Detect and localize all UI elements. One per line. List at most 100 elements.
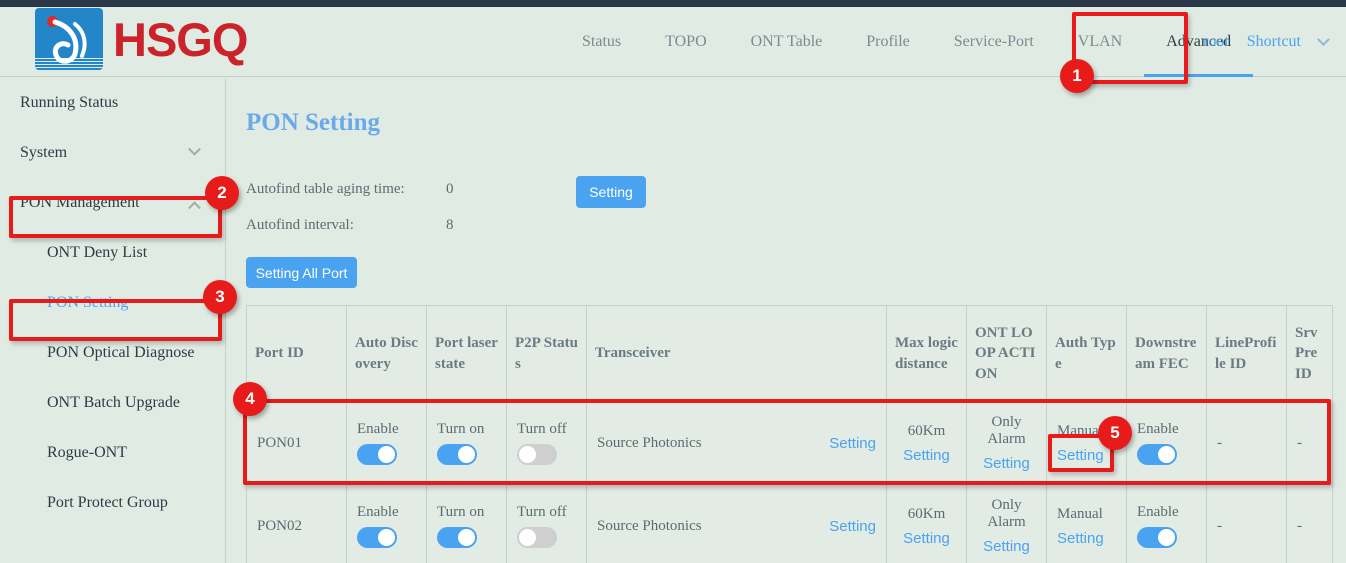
auto-discovery-label: Enable — [357, 421, 399, 438]
nav-item-status[interactable]: Status — [560, 7, 643, 77]
col-header-srv-pre-id: SrvPre ID — [1287, 306, 1333, 402]
col-header-port-laser-state: Port laser state — [427, 306, 507, 402]
auto-discovery-toggle[interactable] — [357, 444, 397, 465]
downstream-fec-toggle[interactable] — [1137, 444, 1177, 465]
user-zone: root Shortcut — [1203, 7, 1328, 77]
autofind-aging-time-value: 0 — [446, 181, 454, 198]
cell-auth-type: Manual Setting — [1047, 485, 1127, 563]
downstream-fec-label: Enable — [1137, 504, 1179, 521]
cell-max-logic-distance: 60Km Setting — [887, 402, 967, 485]
brand-name: HSGQ — [113, 16, 247, 63]
table-row[interactable]: PON01 Enable Turn on — [247, 402, 1333, 485]
col-header-auto-discovery: Auto Discovery — [347, 306, 427, 402]
downstream-fec-label: Enable — [1137, 421, 1179, 438]
logo-stripes — [35, 56, 103, 67]
top-strip — [0, 0, 1346, 7]
max-logic-distance-value: 60Km — [908, 423, 946, 440]
cell-auto-discovery: Enable — [347, 485, 427, 563]
ont-loop-action-setting-link[interactable]: Setting — [983, 455, 1030, 472]
transceiver-setting-link[interactable]: Setting — [829, 518, 876, 535]
pon-table: Port ID Auto Discovery Port laser state … — [246, 305, 1333, 563]
main-content: PON Setting Autofind table aging time: 0… — [227, 78, 1346, 563]
sidebar-item-pon-management[interactable]: PON Management — [0, 178, 225, 228]
brand-logo[interactable]: HSGQ — [35, 8, 247, 70]
table-header-row: Port ID Auto Discovery Port laser state … — [247, 306, 1333, 402]
cell-downstream-fec: Enable — [1127, 402, 1207, 485]
autofind-aging-time-row: Autofind table aging time: 0 — [246, 181, 454, 198]
sidebar-item-ont-batch-upgrade[interactable]: ONT Batch Upgrade — [0, 378, 225, 428]
chevron-up-icon — [188, 201, 201, 214]
pon-setting-page: HSGQ Status TOPO ONT Table Profile Servi… — [0, 0, 1346, 563]
port-laser-state-label: Turn on — [437, 421, 484, 438]
p2p-status-toggle[interactable] — [517, 444, 557, 465]
sidebar-item-label: PON Management — [20, 194, 140, 212]
nav-item-vlan[interactable]: VLAN — [1056, 7, 1144, 77]
sidebar: Running Status System PON Management ONT… — [0, 78, 226, 563]
max-logic-distance-setting-link[interactable]: Setting — [903, 447, 950, 464]
col-header-line-profile-id: LineProfile ID — [1207, 306, 1287, 402]
cell-auth-type: Manual Setting — [1047, 402, 1127, 485]
cell-ont-loop-action: Only Alarm Setting — [967, 402, 1047, 485]
cell-port-id: PON02 — [247, 485, 347, 563]
cell-port-laser-state: Turn on — [427, 485, 507, 563]
sidebar-item-label: PON Setting — [47, 294, 128, 312]
cell-downstream-fec: Enable — [1127, 485, 1207, 563]
sidebar-item-running-status[interactable]: Running Status — [0, 78, 225, 128]
p2p-status-toggle[interactable] — [517, 527, 557, 548]
sidebar-item-rogue-ont[interactable]: Rogue-ONT — [0, 428, 225, 478]
max-logic-distance-setting-link[interactable]: Setting — [903, 530, 950, 547]
setting-button[interactable]: Setting — [576, 176, 646, 208]
col-header-auth-type: Auth Type — [1047, 306, 1127, 402]
sidebar-item-label: System — [20, 144, 67, 162]
page-title: PON Setting — [246, 109, 380, 137]
shortcut-menu[interactable]: Shortcut — [1247, 33, 1301, 51]
sidebar-item-label: ONT Deny List — [47, 244, 147, 262]
transceiver-setting-link[interactable]: Setting — [829, 435, 876, 452]
ont-loop-action-value: Only Alarm — [977, 497, 1036, 531]
cell-line-profile-id: - — [1207, 402, 1287, 485]
cell-transceiver: Source Photonics Setting — [587, 402, 887, 485]
cell-auto-discovery: Enable — [347, 402, 427, 485]
col-header-downstream-fec: Downstream FEC — [1127, 306, 1207, 402]
col-header-max-logic-distance: Max logic distance — [887, 306, 967, 402]
user-account-link[interactable]: root — [1203, 33, 1229, 51]
port-laser-state-toggle[interactable] — [437, 444, 477, 465]
setting-all-port-button[interactable]: Setting All Port — [246, 257, 357, 288]
autofind-interval-label: Autofind interval: — [246, 217, 446, 234]
auto-discovery-toggle[interactable] — [357, 527, 397, 548]
downstream-fec-toggle[interactable] — [1137, 527, 1177, 548]
nav-item-ont-table[interactable]: ONT Table — [729, 7, 845, 77]
auth-type-setting-link[interactable]: Setting — [1057, 447, 1104, 464]
sidebar-item-system[interactable]: System — [0, 128, 225, 178]
cell-max-logic-distance: 60Km Setting — [887, 485, 967, 563]
chevron-down-icon — [188, 142, 201, 155]
nav-item-profile[interactable]: Profile — [844, 7, 932, 77]
cell-srv-pre-id: - — [1287, 485, 1333, 563]
cell-port-laser-state: Turn on — [427, 402, 507, 485]
nav-item-topo[interactable]: TOPO — [643, 7, 729, 77]
col-header-ont-loop-action: ONT LOOP ACTION — [967, 306, 1047, 402]
ont-loop-action-setting-link[interactable]: Setting — [983, 538, 1030, 555]
chevron-down-icon[interactable] — [1317, 33, 1330, 46]
cell-ont-loop-action: Only Alarm Setting — [967, 485, 1047, 563]
auto-discovery-label: Enable — [357, 504, 399, 521]
sidebar-item-label: Running Status — [20, 94, 118, 112]
nav-item-service-port[interactable]: Service-Port — [932, 7, 1056, 77]
sidebar-item-pon-optical-diagnose[interactable]: PON Optical Diagnose — [0, 328, 225, 378]
transceiver-value: Source Photonics — [597, 435, 702, 452]
table-row[interactable]: PON02 Enable Turn on — [247, 485, 1333, 563]
main-navigation: Status TOPO ONT Table Profile Service-Po… — [560, 7, 1253, 77]
sidebar-item-label: Port Protect Group — [47, 494, 168, 512]
sidebar-item-ont-deny-list[interactable]: ONT Deny List — [0, 228, 225, 278]
ont-loop-action-value: Only Alarm — [977, 414, 1036, 448]
port-laser-state-toggle[interactable] — [437, 527, 477, 548]
p2p-status-label: Turn off — [517, 504, 567, 521]
cell-line-profile-id: - — [1207, 485, 1287, 563]
auth-type-setting-link[interactable]: Setting — [1057, 530, 1104, 547]
cell-port-id: PON01 — [247, 402, 347, 485]
autofind-interval-value: 8 — [446, 217, 454, 234]
sidebar-item-pon-setting[interactable]: PON Setting — [0, 278, 225, 328]
sidebar-item-label: PON Optical Diagnose — [47, 344, 195, 362]
cell-transceiver: Source Photonics Setting — [587, 485, 887, 563]
sidebar-item-port-protect-group[interactable]: Port Protect Group — [0, 478, 225, 528]
